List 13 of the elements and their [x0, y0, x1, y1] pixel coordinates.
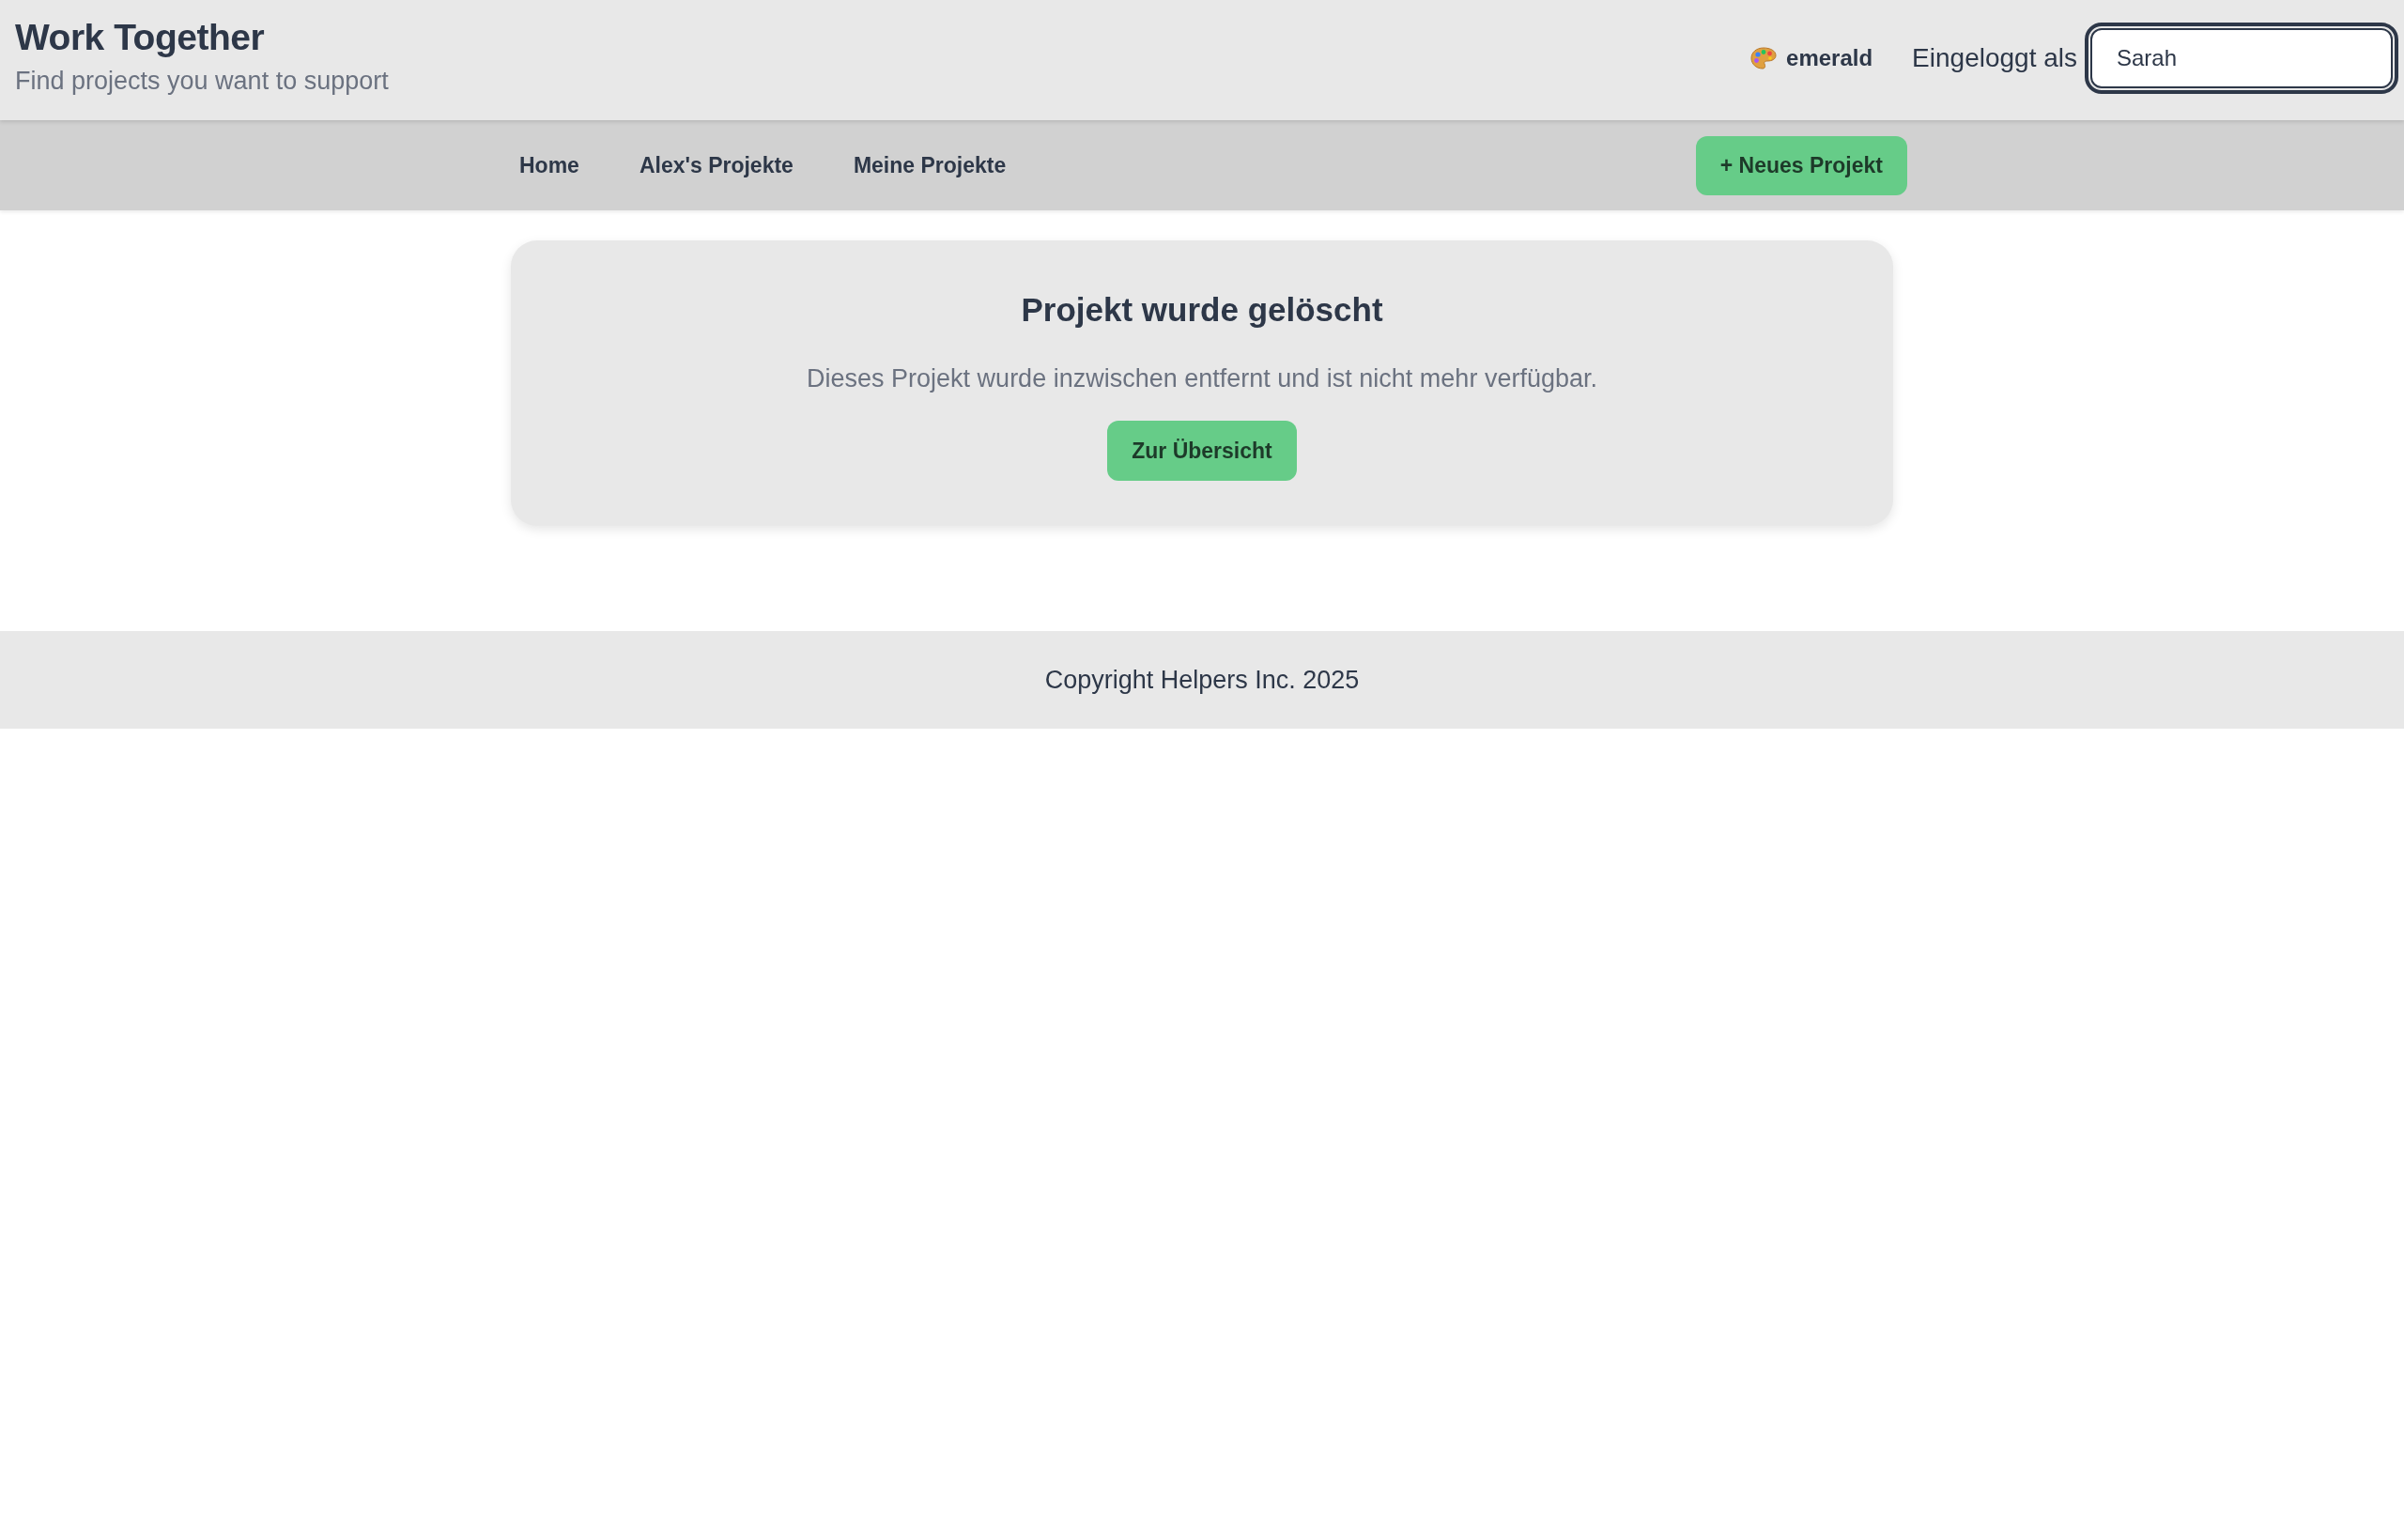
nav-link[interactable]: Alex's Projekte: [627, 145, 805, 186]
app-subtitle: Find projects you want to support: [15, 66, 389, 97]
theme-button[interactable]: emerald: [1750, 45, 1873, 71]
notice-title: Projekt wurde gelöscht: [1021, 290, 1383, 330]
nav-link[interactable]: Home: [508, 145, 591, 186]
palette-icon: [1750, 47, 1778, 69]
new-project-button[interactable]: + Neues Projekt: [1695, 135, 1907, 195]
overview-button[interactable]: Zur Übersicht: [1107, 421, 1297, 481]
app-title: Work Together: [15, 16, 266, 59]
notice-message: Dieses Projekt wurde inzwischen entfernt und ist nicht mehr verfügbar.: [807, 363, 1597, 394]
copyright-text: Copyright Helpers Inc. 2025: [1044, 665, 1360, 695]
login-label: Eingeloggt als: [1912, 43, 2077, 73]
nav-link[interactable]: Meine Projekte: [841, 145, 1018, 186]
